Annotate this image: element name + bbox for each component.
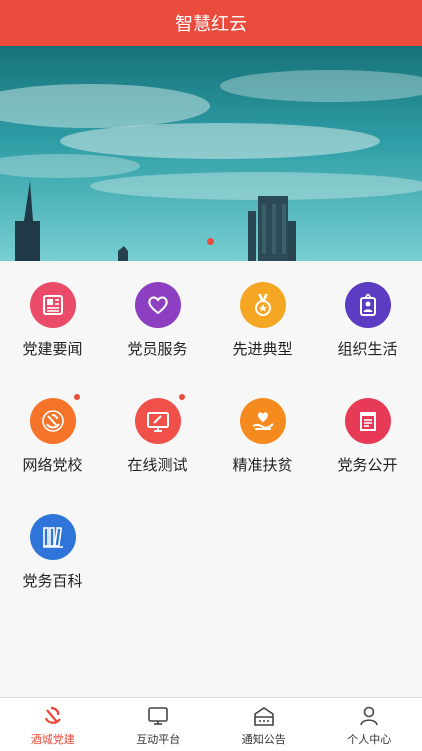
app-title: 智慧红云: [175, 10, 247, 36]
grid-item-label: 组织生活: [315, 338, 420, 359]
notice-house-icon: [252, 704, 276, 728]
hand-heart-icon: [240, 398, 286, 444]
grid-item-party-encyclopedia[interactable]: 党务百科: [0, 493, 105, 593]
grid-item-online-test[interactable]: 在线测试: [105, 377, 210, 477]
newspaper-icon: [30, 282, 76, 328]
medal-icon: [240, 282, 286, 328]
grid-item-member-service[interactable]: 党员服务: [105, 261, 210, 361]
grid-item-label: 党建要闻: [0, 338, 105, 359]
grid-item-advanced-models[interactable]: 先进典型: [210, 261, 315, 361]
heart-icon: [135, 282, 181, 328]
banner-carousel[interactable]: [0, 46, 422, 261]
tab-profile[interactable]: 个人中心: [317, 698, 422, 751]
grid-item-party-affairs-open[interactable]: 党务公开: [315, 377, 420, 477]
grid-item-online-party-school[interactable]: 网络党校: [0, 377, 105, 477]
monitor-pen-icon: [135, 398, 181, 444]
id-card-icon: [345, 282, 391, 328]
grid-item-label: 党员服务: [105, 338, 210, 359]
banner-image: [0, 46, 422, 261]
tab-party-building[interactable]: 酒城党建: [0, 698, 106, 751]
grid-item-label: 党务公开: [315, 454, 420, 475]
tab-label: 互动平台: [136, 731, 180, 747]
notification-badge: [179, 394, 185, 400]
notice-board-icon: [345, 398, 391, 444]
grid-item-label: 网络党校: [0, 454, 105, 475]
notification-badge: [74, 394, 80, 400]
grid-item-label: 精准扶贫: [210, 454, 315, 475]
feature-grid: 党建要闻 党员服务 先进典型 组织生活 网络党校 在线测试: [0, 261, 422, 697]
monitor-icon: [146, 704, 170, 728]
tab-label: 酒城党建: [31, 731, 75, 747]
grid-item-poverty-alleviation[interactable]: 精准扶贫: [210, 377, 315, 477]
grid-item-label: 先进典型: [210, 338, 315, 359]
carousel-indicator-dot[interactable]: [207, 238, 214, 245]
tab-label: 个人中心: [347, 731, 391, 747]
grid-item-org-life[interactable]: 组织生活: [315, 261, 420, 361]
app-header: 智慧红云: [0, 0, 422, 46]
tab-label: 通知公告: [242, 731, 286, 747]
grid-item-news[interactable]: 党建要闻: [0, 261, 105, 361]
grid-item-label: 在线测试: [105, 454, 210, 475]
tab-notices[interactable]: 通知公告: [211, 698, 317, 751]
person-icon: [357, 704, 381, 728]
party-emblem-icon: [30, 398, 76, 444]
books-icon: [30, 514, 76, 560]
grid-item-label: 党务百科: [0, 570, 105, 591]
bottom-tab-bar: 酒城党建 互动平台 通知公告 个人中心: [0, 697, 422, 751]
tab-interaction[interactable]: 互动平台: [106, 698, 212, 751]
party-emblem-icon: [41, 704, 65, 728]
